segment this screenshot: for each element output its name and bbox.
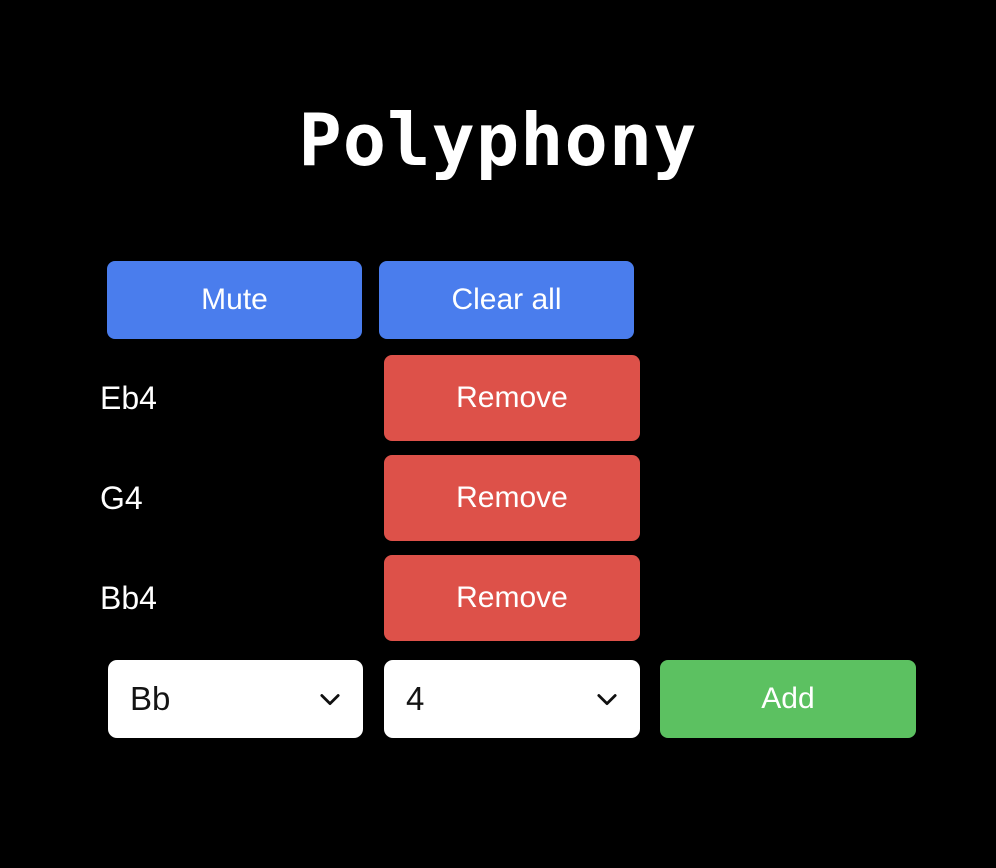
remove-voice-button[interactable]: Remove: [384, 555, 640, 641]
voice-row: Bb4 Remove: [0, 555, 996, 641]
octave-select-value: 4: [406, 680, 425, 717]
note-select-value: Bb: [130, 680, 171, 717]
chevron-down-icon: [313, 682, 347, 716]
chevron-down-icon: [590, 682, 624, 716]
mute-button[interactable]: Mute: [107, 261, 362, 339]
add-voice-button[interactable]: Add: [660, 660, 916, 738]
page-title: Polyphony: [298, 98, 698, 182]
remove-voice-button[interactable]: Remove: [384, 355, 640, 441]
voice-row: G4 Remove: [0, 455, 996, 541]
remove-voice-button[interactable]: Remove: [384, 455, 640, 541]
octave-select[interactable]: 4: [384, 660, 640, 738]
note-select[interactable]: Bb: [108, 660, 363, 738]
clear-all-button[interactable]: Clear all: [379, 261, 634, 339]
add-voice-row: Bb 4 Add: [0, 660, 996, 738]
voice-note-label: Bb4: [100, 579, 157, 616]
voice-note-label: G4: [100, 479, 143, 516]
voice-note-label: Eb4: [100, 379, 157, 416]
voice-row: Eb4 Remove: [0, 355, 996, 441]
